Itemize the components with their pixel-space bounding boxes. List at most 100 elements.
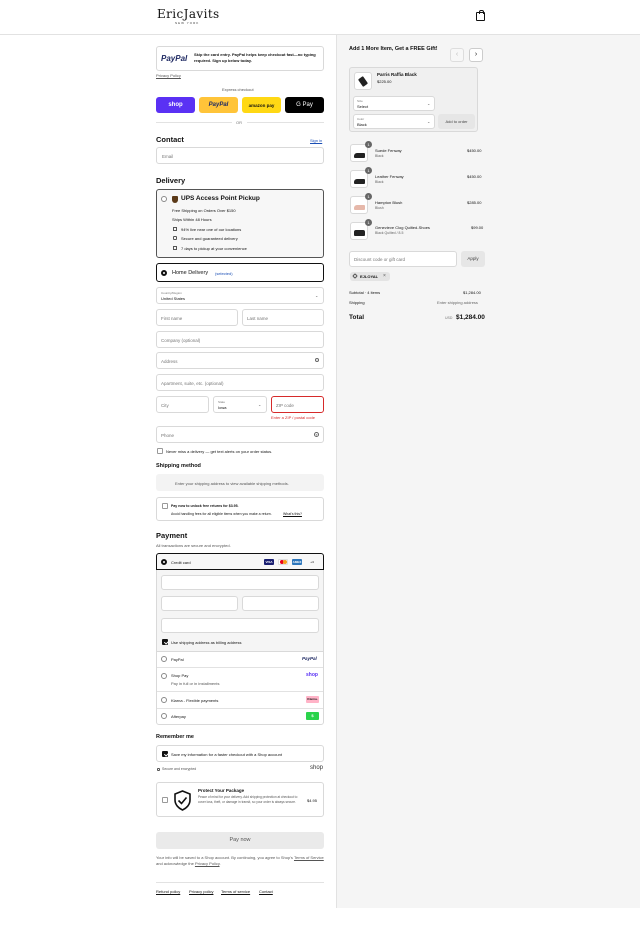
card-expiry-field[interactable] <box>161 596 238 611</box>
or-separator: OR <box>236 120 242 125</box>
paypal-banner: PayPal Skip the card entry. PayPal helps… <box>156 46 324 71</box>
remove-tag-icon[interactable]: × <box>383 273 386 279</box>
apply-button[interactable]: Apply <box>461 251 485 267</box>
currency-code: USD <box>445 316 453 320</box>
credit-card-radio[interactable] <box>161 559 167 565</box>
upsell-title: Add 1 More Item, Get a FREE Gift! <box>349 46 438 52</box>
help-icon[interactable]: ? <box>314 432 319 437</box>
terms-of-service-link[interactable]: Terms of Service <box>294 855 324 860</box>
pay-now-button[interactable]: Pay now <box>156 832 324 849</box>
contact-title: Contact <box>156 135 184 144</box>
package-protection[interactable]: Protect Your Package Peace of mind for y… <box>156 782 324 817</box>
state-select[interactable]: State Iowa ⌄ <box>213 396 267 413</box>
card-cvv-field[interactable] <box>242 596 319 611</box>
sms-checkbox[interactable] <box>157 448 163 454</box>
shop-pay-button[interactable]: shop <box>156 97 195 113</box>
free-returns-offer[interactable]: Pay now to unlock free returns for $3.95… <box>156 497 324 521</box>
cart-item: 1 Suede Fenway Black $450.00 <box>349 141 485 163</box>
email-field[interactable]: Email <box>156 147 324 164</box>
paypal-badge: PayPal <box>302 656 317 661</box>
privacy-policy-link[interactable]: Privacy Policy <box>156 73 181 78</box>
total-value: $1,284.00 <box>456 314 485 321</box>
chevron-down-icon: ⌄ <box>258 402 262 407</box>
afterpay-badge: $ <box>306 712 319 720</box>
quantity-badge: 1 <box>365 167 372 174</box>
home-delivery-radio[interactable] <box>161 270 167 276</box>
refund-policy-link[interactable]: Refund policy <box>156 889 180 894</box>
first-name-field[interactable]: First name <box>156 309 238 326</box>
terms-of-service-footer-link[interactable]: Terms of service <box>221 889 250 894</box>
lock-icon <box>157 768 160 771</box>
save-info-option[interactable]: Save my information for a faster checkou… <box>156 745 324 762</box>
google-pay-button[interactable]: G Pay <box>285 97 324 113</box>
paypal-button[interactable]: PayPal <box>199 97 238 113</box>
paypal-radio[interactable] <box>161 656 167 662</box>
brand-logo[interactable]: EricJavits <box>157 7 220 21</box>
home-delivery-option[interactable]: Home Delivery (selected) <box>156 263 324 282</box>
klarna-option[interactable]: Klarna - Flexible payments Klarna. <box>157 692 323 708</box>
city-field[interactable]: City <box>156 396 209 413</box>
color-select[interactable]: Color Black ⌄ <box>353 114 435 129</box>
ups-bullet-3: 7 days to pickup at your convenience <box>181 246 247 251</box>
whats-this-link[interactable]: What's this? <box>283 512 302 516</box>
selected-tag: (selected) <box>215 271 233 276</box>
chevron-down-icon: ⌄ <box>427 119 431 124</box>
shop-pay-radio[interactable] <box>161 673 167 679</box>
size-select[interactable]: Size Select ⌄ <box>353 96 435 111</box>
delivery-title: Delivery <box>156 176 186 185</box>
shipping-method-notice: Enter your shipping address to view avai… <box>156 474 324 491</box>
add-to-order-button[interactable]: Add to order <box>438 114 475 129</box>
amazon-pay-button[interactable]: amazon pay <box>242 97 281 113</box>
cart-items: 1 Suede Fenway Black $450.00 1 Leather F… <box>349 141 485 245</box>
card-name-field[interactable] <box>161 618 319 633</box>
billing-same-checkbox[interactable] <box>162 639 168 645</box>
address-field[interactable]: Address <box>156 352 324 369</box>
ups-pickup-option[interactable]: UPS Access Point Pickup Free Shipping on… <box>156 189 324 258</box>
calendar-icon <box>173 246 177 250</box>
card-number-field[interactable] <box>161 575 319 590</box>
payment-subtitle: All transactions are secure and encrypte… <box>156 543 231 548</box>
shop-privacy-link[interactable]: Privacy Policy <box>195 861 220 866</box>
sign-in-link[interactable]: Sign in <box>310 138 322 143</box>
shop-pay-option[interactable]: Shop Pay Pay in full or in installments … <box>157 668 323 690</box>
save-info-checkbox[interactable] <box>162 751 168 757</box>
protection-checkbox[interactable] <box>162 797 168 803</box>
total-label: Total <box>349 314 365 321</box>
upsell-product-image <box>354 72 372 90</box>
shield-check-icon <box>173 790 192 811</box>
ups-radio[interactable] <box>161 196 167 202</box>
country-select[interactable]: Country/Region United States ⌄ <box>156 287 324 304</box>
paypal-logo: PayPal <box>161 54 188 63</box>
divider <box>156 882 324 883</box>
afterpay-radio[interactable] <box>161 713 167 719</box>
klarna-badge: Klarna. <box>306 696 319 703</box>
last-name-field[interactable]: Last name <box>242 309 324 326</box>
paypal-option[interactable]: PayPal PayPal <box>157 652 323 667</box>
quantity-badge: 1 <box>365 193 372 200</box>
amex-icon: AMEX <box>292 559 302 565</box>
chevron-down-icon: ⌄ <box>315 293 319 298</box>
discount-code-field[interactable]: Discount code or gift card <box>349 251 457 267</box>
cart-item: 1 Leather Fenway Black $450.00 <box>349 167 485 189</box>
card-form: Use shipping address as billing address <box>156 570 324 651</box>
free-returns-checkbox[interactable] <box>162 503 168 509</box>
privacy-policy-footer-link[interactable]: Privacy policy <box>189 889 213 894</box>
mastercard-icon <box>278 559 288 565</box>
divider <box>247 122 324 123</box>
chevron-left-icon[interactable]: ‹ <box>450 48 464 62</box>
more-cards-badge: +4 <box>310 560 314 564</box>
payment-title: Payment <box>156 531 188 540</box>
subtotal-value: $1,284.00 <box>463 290 481 295</box>
zip-field[interactable]: ZIP code <box>271 396 324 413</box>
chevron-right-icon[interactable]: › <box>469 48 483 62</box>
cart-item: 1 Genevieve Clog Quilted-Shoes Black Qui… <box>349 219 485 241</box>
klarna-radio[interactable] <box>161 697 167 703</box>
phone-field[interactable]: Phone ? <box>156 426 324 443</box>
company-field[interactable]: Company (optional) <box>156 331 324 348</box>
ups-ships-within: Ships Within 48 Hours <box>172 217 212 222</box>
shopping-bag-icon[interactable] <box>476 10 485 21</box>
quantity-badge: 1 <box>365 219 372 226</box>
afterpay-option[interactable]: Afterpay $ <box>157 709 323 724</box>
contact-link[interactable]: Contact <box>259 889 273 894</box>
apartment-field[interactable]: Apartment, suite, etc. (optional) <box>156 374 324 391</box>
